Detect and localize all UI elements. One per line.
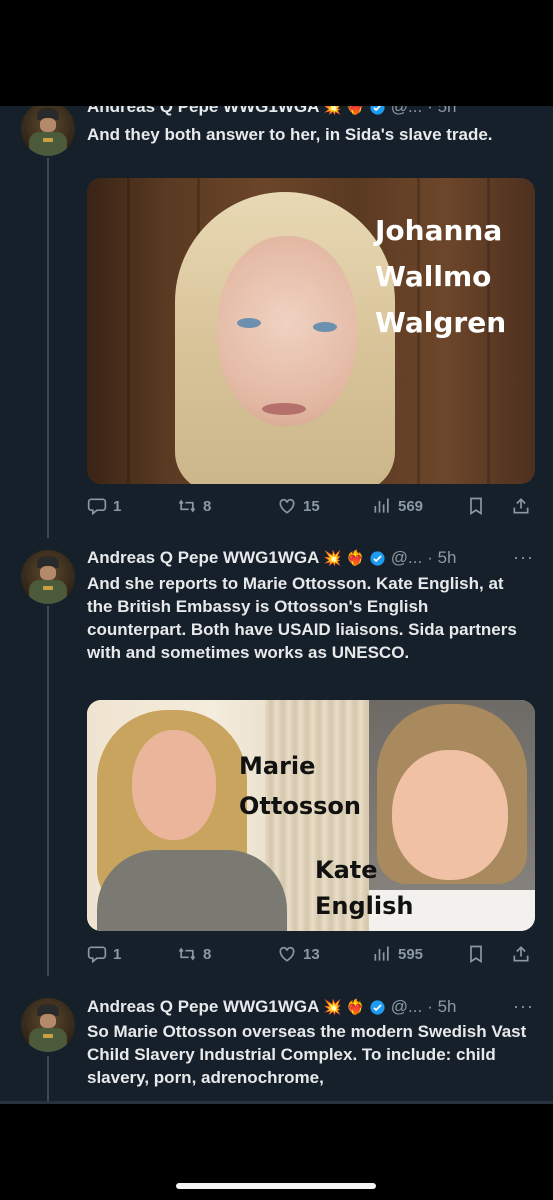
retweet-button[interactable]: 8 — [177, 494, 211, 518]
status-bar-area — [0, 0, 553, 106]
share-button[interactable] — [511, 494, 537, 518]
tweet-image[interactable]: Johanna Wallmo Walgren — [87, 178, 535, 484]
image-caption-line: Wallmo — [375, 260, 492, 293]
image-caption: Kate — [315, 856, 378, 884]
tweet-time: · 5h — [427, 106, 457, 116]
reply-button[interactable]: 1 — [87, 942, 121, 966]
avatar[interactable] — [21, 106, 75, 156]
share-icon — [513, 946, 529, 962]
avatar[interactable] — [21, 550, 75, 604]
retweet-count: 8 — [203, 497, 212, 515]
collision-emoji-icon: 💥 — [323, 106, 343, 116]
repost-icon — [178, 947, 196, 961]
bookmark-button[interactable] — [466, 494, 492, 518]
image-caption: English — [315, 892, 414, 920]
more-options-icon[interactable]: ··· — [513, 996, 534, 1017]
collision-emoji-icon: 💥 — [323, 999, 343, 1016]
speech-bubble-icon — [87, 498, 107, 516]
reply-count: 1 — [113, 497, 122, 515]
image-caption: Johanna Wallmo Walgren — [375, 208, 506, 346]
tweet-time: · 5h — [427, 997, 457, 1016]
tweet-image[interactable]: Marie Ottosson Kate English — [87, 700, 535, 931]
repost-icon — [178, 499, 196, 513]
verified-badge-icon — [370, 999, 385, 1015]
speech-bubble-icon — [87, 946, 107, 964]
bar-chart-icon — [374, 946, 389, 961]
share-icon — [513, 498, 529, 514]
view-count: 569 — [398, 497, 424, 515]
heart-on-fire-emoji-icon: ❤‍🔥 — [346, 550, 365, 567]
views-button[interactable]: 569 — [372, 494, 423, 518]
like-count: 15 — [303, 497, 320, 515]
heart-icon — [279, 946, 295, 962]
bookmark-icon — [470, 945, 482, 964]
collision-emoji-icon: 💥 — [323, 550, 343, 567]
verified-badge-icon — [370, 106, 385, 115]
bookmark-icon — [470, 497, 482, 516]
reply-button[interactable]: 1 — [87, 494, 121, 518]
author-name[interactable]: Andreas Q Pepe WWG1WGA — [87, 548, 319, 568]
tweet-text: So Marie Ottosson overseas the modern Sw… — [87, 1022, 527, 1087]
image-caption: Marie — [239, 752, 316, 780]
like-count: 13 — [303, 945, 320, 963]
bar-chart-icon — [374, 498, 389, 513]
thread-line — [47, 606, 49, 976]
retweet-button[interactable]: 8 — [177, 942, 211, 966]
views-button[interactable]: 595 — [372, 942, 423, 966]
like-button[interactable]: 15 — [277, 494, 320, 518]
view-count: 595 — [398, 945, 424, 963]
thread-line — [47, 1056, 49, 1104]
tweet-actions: 1 8 13 595 — [87, 942, 535, 966]
tweet-header: Andreas Q Pepe WWG1WGA 💥 ❤‍🔥 @... · 5h — [87, 547, 456, 569]
tweet-actions: 1 8 15 569 — [87, 494, 535, 518]
avatar[interactable] — [21, 998, 75, 1052]
more-options-icon[interactable]: ··· — [513, 547, 534, 568]
verified-badge-icon — [370, 550, 385, 566]
image-caption-line: Johanna — [375, 214, 503, 247]
timeline-feed[interactable]: Andreas Q Pepe WWG1WGA 💥 ❤‍🔥 @... · 5h A… — [0, 106, 553, 1104]
image-caption: Ottosson — [239, 792, 361, 820]
heart-icon — [279, 498, 295, 514]
author-name[interactable]: Andreas Q Pepe WWG1WGA — [87, 106, 319, 117]
tweet-text: And they both answer to her, in Sida's s… — [87, 125, 493, 144]
tweet-header: Andreas Q Pepe WWG1WGA 💥 ❤‍🔥 @... · 5h — [87, 996, 456, 1018]
thread-line — [47, 158, 49, 538]
author-name[interactable]: Andreas Q Pepe WWG1WGA — [87, 997, 319, 1017]
author-handle[interactable]: @... — [391, 997, 422, 1017]
retweet-count: 8 — [203, 945, 212, 963]
heart-on-fire-emoji-icon: ❤‍🔥 — [346, 106, 365, 116]
tweet-text: And she reports to Marie Ottosson. Kate … — [87, 574, 517, 662]
author-handle[interactable]: @... — [391, 548, 422, 568]
like-button[interactable]: 13 — [277, 942, 320, 966]
tweet-time: · 5h — [427, 548, 457, 567]
share-button[interactable] — [511, 942, 537, 966]
home-indicator[interactable] — [176, 1183, 376, 1189]
author-handle[interactable]: @... — [391, 106, 422, 117]
bookmark-button[interactable] — [466, 942, 492, 966]
heart-on-fire-emoji-icon: ❤‍🔥 — [346, 999, 365, 1016]
image-caption-line: Walgren — [375, 306, 507, 339]
reply-count: 1 — [113, 945, 122, 963]
tweet-header: Andreas Q Pepe WWG1WGA 💥 ❤‍🔥 @... · 5h — [87, 106, 456, 118]
